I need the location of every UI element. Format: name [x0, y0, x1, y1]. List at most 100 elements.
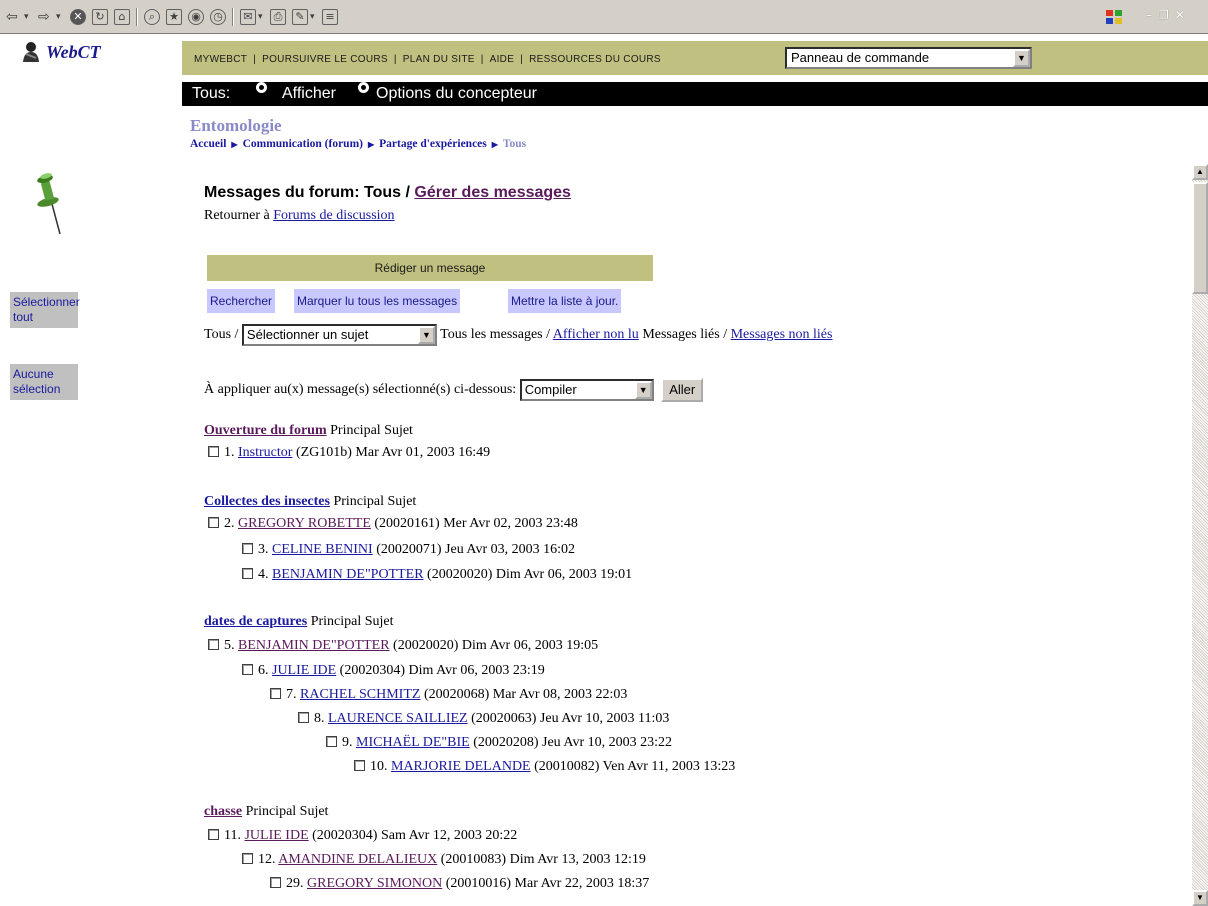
edit-dropdown-icon[interactable]: ▾ [310, 8, 315, 26]
subject-select[interactable]: Sélectionner un sujet ▼ [241, 324, 437, 346]
mail-dropdown-icon[interactable]: ▾ [258, 8, 263, 26]
message-author-link[interactable]: JULIE IDE [272, 663, 336, 678]
favorites-icon[interactable]: ★ [166, 9, 182, 25]
restore-icon[interactable]: ❐ [1158, 8, 1175, 22]
history-icon[interactable]: ◷ [210, 9, 226, 25]
control-panel-select-value: Panneau de commande [791, 50, 930, 65]
toolbar-separator [136, 8, 138, 26]
chevron-down-icon[interactable]: ▼ [417, 326, 435, 344]
unlinked-messages-link[interactable]: Messages non liés [731, 327, 833, 342]
show-unread-link[interactable]: Afficher non lu [553, 327, 639, 342]
nav-link-mywebct[interactable]: MYWEBCT [194, 54, 247, 65]
message-author-link[interactable]: GREGORY SIMONON [307, 876, 442, 891]
message-number: 3. [258, 542, 269, 557]
breadcrumb-communication[interactable]: Communication (forum) [243, 138, 363, 150]
message-number: 2. [224, 516, 235, 531]
message-number: 11. [224, 828, 241, 843]
view-mode-bar: Tous: Afficher Options du concepteur [182, 82, 1208, 106]
message-checkbox[interactable] [208, 446, 219, 457]
manage-messages-link[interactable]: Gérer des messages [414, 184, 571, 201]
control-panel-select[interactable]: Panneau de commande ▼ [785, 47, 1032, 69]
search-button[interactable]: Rechercher [207, 289, 276, 313]
message-author-link[interactable]: BENJAMIN DE"POTTER [272, 567, 424, 582]
topic-link[interactable]: Ouverture du forum [204, 423, 327, 438]
topic-header: chasse Principal Sujet [204, 804, 328, 820]
message-checkbox[interactable] [208, 517, 219, 528]
nav-link-site-map[interactable]: PLAN DU SITE [403, 54, 475, 65]
stop-icon[interactable]: ✕ [70, 9, 86, 25]
message-detail: (20020161) Mer Avr 02, 2003 23:48 [374, 516, 578, 531]
message-row: 7. RACHEL SCHMITZ (20020068) Mar Avr 08,… [270, 686, 627, 704]
view-mode-option-view[interactable]: Afficher [282, 82, 336, 106]
back-arrow-icon[interactable]: ⇦ [6, 8, 18, 26]
scroll-down-icon[interactable]: ▼ [1192, 890, 1208, 906]
message-checkbox[interactable] [242, 664, 253, 675]
message-checkbox[interactable] [354, 760, 365, 771]
search-icon[interactable]: ⌕ [144, 9, 160, 25]
message-checkbox[interactable] [242, 568, 253, 579]
print-icon[interactable]: ⎙ [270, 9, 286, 25]
message-detail: (ZG101b) Mar Avr 01, 2003 16:49 [295, 445, 491, 460]
close-icon[interactable]: ✕ [1175, 8, 1191, 22]
breadcrumb-home[interactable]: Accueil [190, 138, 226, 150]
view-mode-option-designer[interactable]: Options du concepteur [376, 82, 537, 106]
topic-link[interactable]: Collectes des insectes [204, 494, 330, 509]
refresh-list-button[interactable]: Mettre la liste à jour. [508, 289, 622, 313]
media-icon[interactable]: ◉ [188, 9, 204, 25]
compose-message-button[interactable]: Rédiger un message [207, 255, 653, 281]
message-author-link[interactable]: MARJORIE DELANDE [391, 759, 531, 774]
scroll-up-icon[interactable]: ▲ [1192, 164, 1208, 180]
radio-view[interactable] [256, 82, 267, 93]
minimize-icon[interactable]: – [1146, 8, 1158, 22]
nav-link-course-resources[interactable]: RESSOURCES DU COURS [529, 54, 661, 65]
message-author-link[interactable]: CELINE BENINI [272, 542, 373, 557]
edit-icon[interactable]: ✎ [292, 9, 308, 25]
message-author-link[interactable]: AMANDINE DELALIEUX [278, 852, 437, 867]
message-author-link[interactable]: GREGORY ROBETTE [238, 516, 371, 531]
go-button[interactable]: Aller [661, 378, 704, 402]
message-number: 5. [224, 638, 235, 653]
message-author-link[interactable]: LAURENCE SAILLIEZ [328, 711, 468, 726]
topic-suffix: Principal Sujet [333, 494, 417, 509]
mark-all-read-button[interactable]: Marquer lu tous les messages [294, 289, 461, 313]
message-checkbox[interactable] [270, 877, 281, 888]
message-author-link[interactable]: JULIE IDE [244, 828, 308, 843]
message-checkbox[interactable] [270, 688, 281, 699]
home-icon[interactable]: ⌂ [114, 9, 130, 25]
forward-dropdown-icon[interactable]: ▾ [56, 8, 61, 26]
message-row: 6. JULIE IDE (20020304) Dim Avr 06, 2003… [242, 662, 545, 680]
select-none-button[interactable]: Aucune sélection [10, 364, 78, 400]
breadcrumb-forum[interactable]: Partage d'expériences [379, 138, 487, 150]
message-author-link[interactable]: MICHAËL DE"BIE [356, 735, 470, 750]
nav-link-continue-course[interactable]: POURSUIVRE LE COURS [262, 54, 388, 65]
select-all-button[interactable]: Sélectionner tout [10, 292, 80, 328]
message-checkbox[interactable] [242, 543, 253, 554]
chevron-down-icon[interactable]: ▼ [1013, 49, 1030, 67]
topic-link[interactable]: chasse [204, 804, 242, 819]
refresh-icon[interactable]: ↻ [92, 9, 108, 25]
apply-action-select[interactable]: Compiler ▼ [519, 379, 654, 401]
pushpin-icon[interactable] [34, 170, 74, 236]
scrollbar-thumb[interactable] [1192, 182, 1208, 294]
message-checkbox[interactable] [298, 712, 309, 723]
webct-logo[interactable]: WebCT [20, 40, 170, 70]
forward-arrow-icon[interactable]: ⇨ [38, 8, 50, 26]
back-dropdown-icon[interactable]: ▾ [24, 8, 29, 26]
radio-designer-options[interactable] [358, 82, 369, 93]
message-author-link[interactable]: RACHEL SCHMITZ [300, 687, 420, 702]
message-checkbox[interactable] [326, 736, 337, 747]
nav-link-help[interactable]: AIDE [490, 54, 515, 65]
vertical-scrollbar[interactable]: ▲ ▼ [1192, 164, 1208, 906]
message-author-link[interactable]: BENJAMIN DE"POTTER [238, 638, 390, 653]
message-number: 12. [258, 852, 276, 867]
message-checkbox[interactable] [242, 853, 253, 864]
message-checkbox[interactable] [208, 829, 219, 840]
topic-link[interactable]: dates de captures [204, 614, 307, 629]
message-author-link[interactable]: Instructor [238, 445, 292, 460]
chevron-down-icon[interactable]: ▼ [634, 381, 652, 399]
mail-icon[interactable]: ✉ [240, 9, 256, 25]
course-navbar: MYWEBCT | POURSUIVRE LE COURS | PLAN DU SITE… [182, 41, 1208, 75]
discussion-forums-link[interactable]: Forums de discussion [273, 208, 394, 223]
discuss-icon[interactable]: ≡ [322, 9, 338, 25]
message-checkbox[interactable] [208, 639, 219, 650]
